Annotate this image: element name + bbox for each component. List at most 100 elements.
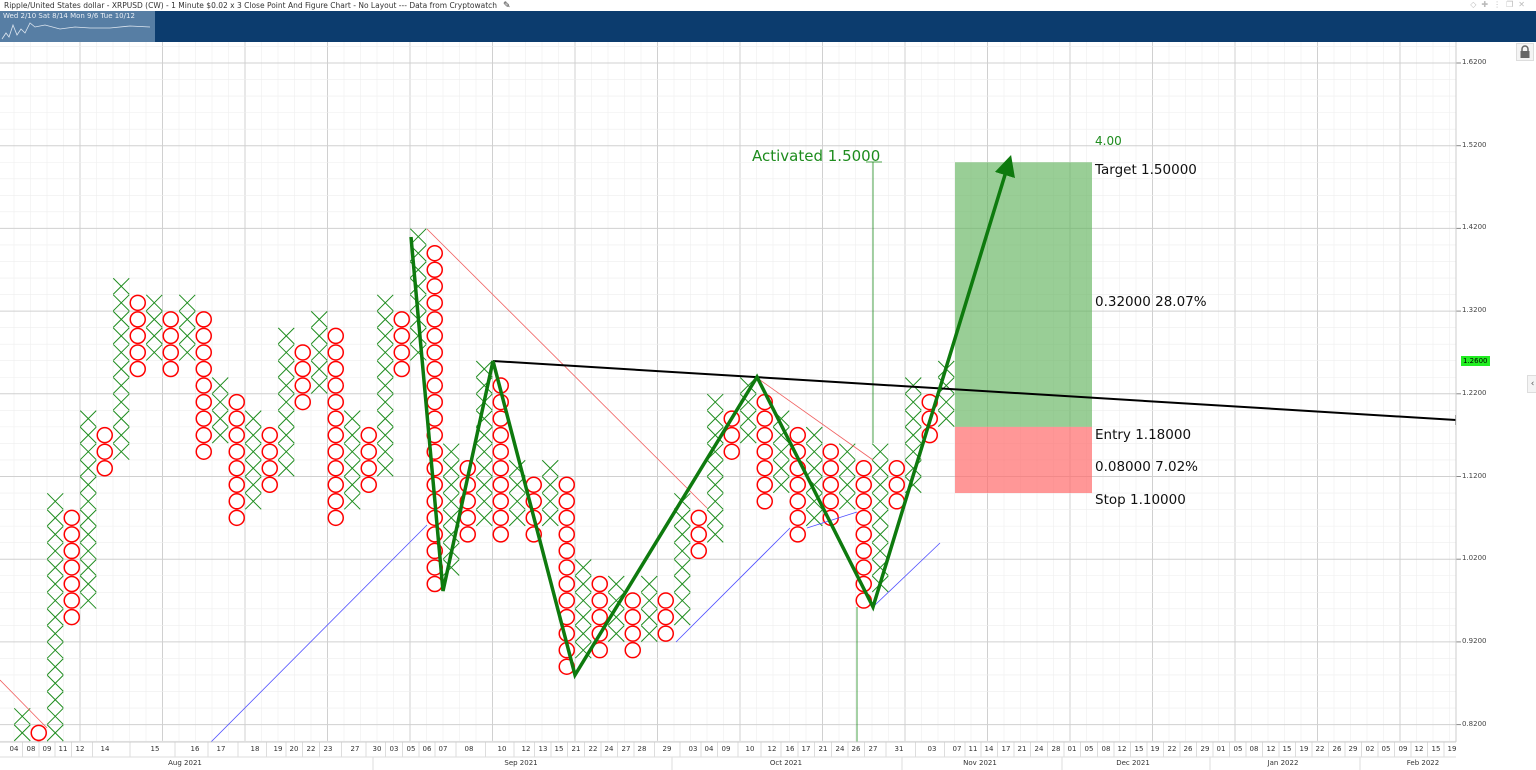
x-day-label: 19 — [1447, 745, 1457, 753]
x-box — [112, 360, 130, 378]
collapse-panel-button[interactable]: ‹ — [1527, 375, 1536, 393]
x-box — [871, 476, 889, 494]
x-box — [277, 360, 295, 378]
o-box — [558, 542, 575, 560]
o-box — [624, 641, 641, 659]
x-box — [211, 393, 229, 411]
x-box — [79, 426, 97, 444]
x-box — [79, 575, 97, 593]
zigzag-trend — [409, 154, 1015, 680]
o-box — [624, 592, 641, 609]
o-box — [63, 575, 80, 593]
o-box — [426, 393, 443, 411]
x-column — [376, 294, 394, 477]
o-box — [129, 294, 146, 312]
x-box — [409, 344, 427, 361]
x-box — [475, 509, 493, 527]
x-box — [739, 410, 757, 427]
x-box — [937, 410, 955, 427]
x-box — [673, 559, 691, 576]
x-box — [79, 542, 97, 560]
x-box — [640, 608, 658, 626]
o-box — [327, 344, 344, 361]
x-box — [376, 294, 394, 312]
x-box — [343, 443, 361, 461]
x-box — [871, 492, 889, 510]
x-box — [706, 526, 724, 543]
x-box — [673, 575, 691, 593]
x-box — [442, 476, 460, 494]
x-box — [277, 459, 295, 477]
x-box — [79, 592, 97, 609]
x-box — [574, 559, 592, 576]
last-price-badge: 1.2600 — [1461, 355, 1490, 366]
o-column — [195, 311, 212, 460]
y-tick-label: 1.6200 — [1462, 58, 1487, 66]
x-box — [706, 492, 724, 510]
x-box — [508, 509, 526, 527]
x-box — [79, 526, 97, 543]
o-box — [657, 608, 674, 626]
o-box — [327, 476, 344, 494]
x-box — [145, 344, 163, 361]
lock-icon[interactable] — [1516, 43, 1534, 61]
x-box — [112, 311, 130, 328]
x-box — [376, 311, 394, 328]
o-box — [426, 244, 443, 262]
o-box — [426, 575, 443, 593]
stop-zone[interactable] — [955, 426, 1092, 494]
o-box — [96, 459, 113, 477]
o-box — [261, 426, 278, 444]
o-box — [129, 311, 146, 328]
o-box — [756, 410, 773, 427]
x-box — [706, 459, 724, 477]
o-box — [63, 608, 80, 626]
target-zone[interactable] — [955, 162, 1092, 427]
o-box — [558, 476, 575, 494]
x-box — [772, 459, 790, 477]
o-box — [360, 443, 377, 460]
x-box — [838, 459, 856, 477]
x-box — [112, 443, 130, 461]
o-box — [195, 377, 212, 394]
pnf-chart[interactable] — [0, 0, 1536, 770]
o-box — [393, 311, 410, 328]
x-box — [673, 608, 691, 626]
x-box — [574, 575, 592, 593]
o-box — [360, 459, 377, 477]
o-box — [690, 509, 707, 527]
y-tick-label: 1.0200 — [1462, 554, 1487, 563]
resistance-line — [0, 679, 48, 729]
o-box — [756, 459, 773, 477]
x-box — [46, 691, 64, 709]
o-box — [327, 426, 344, 444]
x-box — [46, 575, 64, 593]
x-box — [442, 492, 460, 510]
x-day-label: 15 — [150, 745, 160, 753]
activated-label: Activated 1.5000 — [752, 147, 881, 165]
o-box — [426, 377, 443, 394]
o-box — [855, 559, 872, 576]
x-box — [46, 542, 64, 560]
o-box — [294, 344, 311, 361]
o-box — [162, 311, 179, 328]
o-box — [63, 542, 80, 560]
o-column — [129, 294, 146, 378]
o-box — [393, 344, 410, 361]
x-box — [376, 344, 394, 361]
o-box — [591, 575, 608, 593]
x-box — [79, 559, 97, 576]
x-box — [343, 492, 361, 510]
x-column — [706, 393, 724, 543]
o-box — [96, 426, 113, 444]
o-box — [327, 459, 344, 477]
o-box — [690, 526, 707, 543]
o-box — [888, 476, 905, 494]
x-box — [79, 509, 97, 527]
x-box — [442, 443, 460, 461]
y-tick-label: 0.9200 — [1462, 636, 1487, 645]
x-box — [541, 459, 559, 477]
x-box — [277, 426, 295, 444]
o-column — [888, 459, 905, 510]
o-box — [129, 360, 146, 378]
